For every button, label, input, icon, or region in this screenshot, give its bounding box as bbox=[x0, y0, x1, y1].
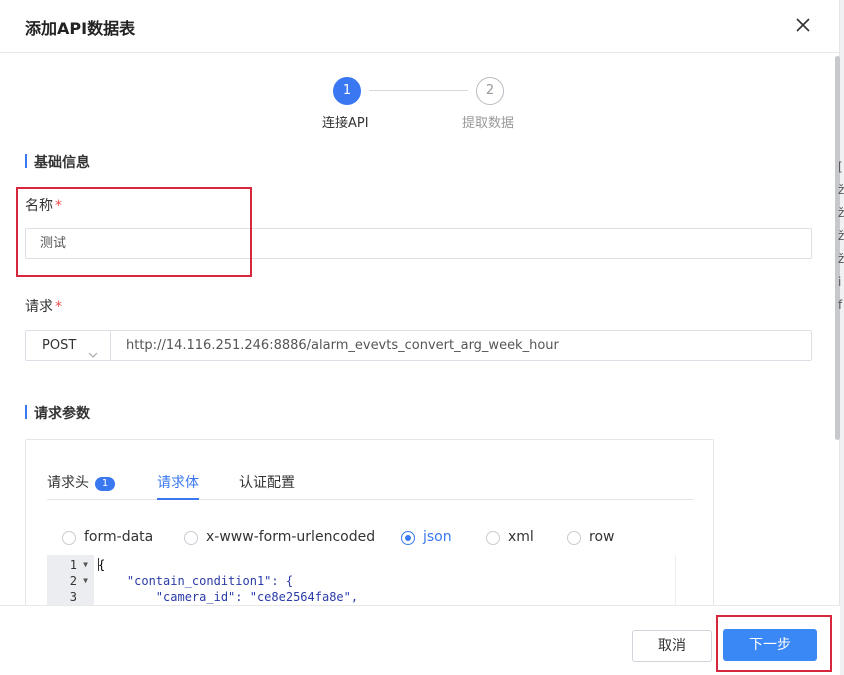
code-line: "camera_id": "ce8e2564fa8e", bbox=[98, 590, 359, 604]
code-line: { bbox=[98, 558, 106, 572]
request-label-text: 请求 bbox=[25, 299, 53, 315]
request-params-section-title: 请求参数 bbox=[25, 403, 90, 423]
radio-label: x-www-form-urlencoded bbox=[206, 529, 376, 545]
line-number: 2 ▼ bbox=[47, 573, 91, 589]
radio-label: row bbox=[589, 529, 615, 545]
cancel-button[interactable]: 取消 bbox=[632, 630, 712, 662]
fold-arrow-icon[interactable]: ▼ bbox=[83, 557, 88, 573]
dialog-header: 添加API数据表 bbox=[0, 0, 840, 53]
header-count-badge: 1 bbox=[95, 477, 115, 491]
background-char: [ bbox=[838, 160, 843, 174]
radio-json[interactable]: json bbox=[401, 528, 452, 546]
radio-circle bbox=[184, 531, 198, 545]
radio-row[interactable]: row bbox=[567, 528, 614, 546]
code-line: "contain_condition1": { bbox=[98, 574, 294, 588]
request-params-panel: 请求头 1 请求体 认证配置 form-data x-www-form-urlen… bbox=[25, 439, 714, 619]
method-select[interactable]: POST bbox=[25, 330, 111, 361]
step-2-indicator: 2 bbox=[476, 77, 504, 105]
close-icon[interactable] bbox=[792, 14, 814, 36]
line-number: 3 bbox=[47, 589, 91, 605]
name-field-highlight bbox=[16, 187, 252, 277]
dialog-footer bbox=[0, 605, 840, 675]
params-tabs: 请求头 1 请求体 认证配置 bbox=[47, 468, 694, 500]
radio-circle bbox=[62, 531, 76, 545]
background-char: ž bbox=[838, 206, 844, 220]
tab-request-body[interactable]: 请求体 bbox=[157, 472, 199, 500]
radio-circle bbox=[567, 531, 581, 545]
tab-auth-config[interactable]: 认证配置 bbox=[239, 472, 295, 500]
tab-request-headers[interactable]: 请求头 1 bbox=[47, 472, 115, 500]
fold-arrow-icon[interactable]: ▼ bbox=[83, 573, 88, 589]
radio-xml[interactable]: xml bbox=[486, 528, 534, 546]
line-number-text: 2 bbox=[69, 574, 77, 588]
radio-label: json bbox=[423, 529, 452, 545]
line-number: 1 ▼ bbox=[47, 557, 91, 573]
step-1-indicator: 1 bbox=[333, 77, 361, 105]
background-char: ž bbox=[838, 183, 844, 197]
step-2-label: 提取数据 bbox=[462, 116, 515, 131]
background-char: ž bbox=[838, 229, 844, 243]
background-char: i bbox=[838, 275, 842, 289]
method-value: POST bbox=[42, 338, 77, 353]
request-label: 请求 * bbox=[25, 296, 62, 316]
chevron-down-icon bbox=[88, 341, 98, 370]
step-1-label: 连接API bbox=[322, 116, 369, 131]
radio-circle bbox=[401, 531, 415, 545]
background-overlay bbox=[840, 0, 844, 675]
background-page-text: [ ž ž ž ž i f bbox=[838, 160, 844, 321]
required-mark: * bbox=[55, 299, 62, 315]
radio-form-data[interactable]: form-data bbox=[62, 528, 153, 546]
radio-label: xml bbox=[508, 529, 534, 545]
radio-label: form-data bbox=[84, 529, 154, 545]
tab-label: 请求头 bbox=[47, 475, 89, 491]
basic-info-section-title: 基础信息 bbox=[25, 152, 90, 172]
line-number-text: 1 bbox=[69, 558, 77, 572]
radio-circle bbox=[486, 531, 500, 545]
radio-x-www-form-urlencoded[interactable]: x-www-form-urlencoded bbox=[184, 528, 375, 546]
step-connector bbox=[369, 90, 468, 91]
add-api-table-dialog: 添加API数据表 1 2 连接API 提取数据 基础信息 名称 * 测试 请求 * … bbox=[0, 0, 840, 675]
line-number-text: 3 bbox=[69, 590, 77, 604]
background-char: f bbox=[838, 298, 843, 312]
url-input[interactable]: http://14.116.251.246:8886/alarm_evevts_… bbox=[110, 330, 812, 361]
background-char: ž bbox=[838, 252, 844, 266]
next-button-highlight bbox=[716, 615, 832, 672]
dialog-title: 添加API数据表 bbox=[25, 19, 136, 38]
